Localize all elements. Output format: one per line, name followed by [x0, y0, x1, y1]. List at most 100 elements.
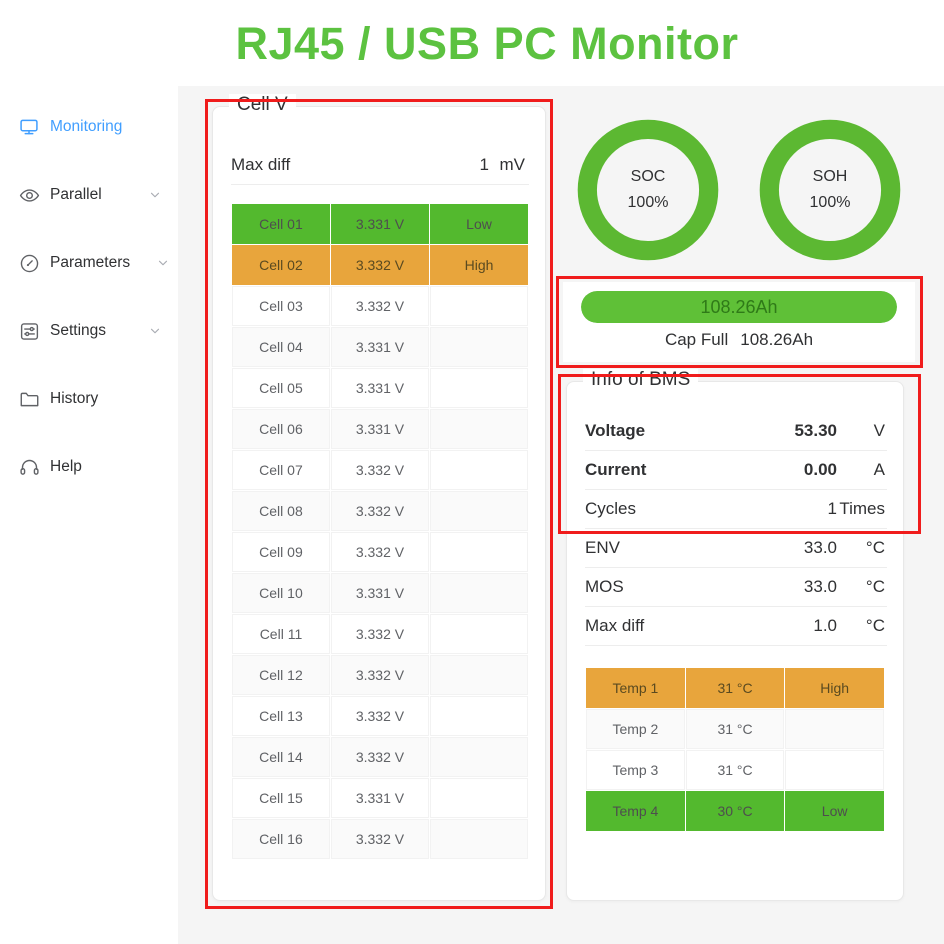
monitor-icon [18, 116, 40, 138]
chevron-down-icon[interactable] [148, 324, 162, 338]
capacity-progress-text: 108.26Ah [700, 297, 777, 318]
cell-max-diff-label: Max diff [231, 155, 290, 175]
sidebar-item-parallel[interactable]: Parallel [0, 180, 178, 210]
soc-gauge-label: SOC [631, 168, 666, 186]
cell-row[interactable]: Cell 033.332 V [232, 286, 528, 326]
temp-value: 31 °C [686, 750, 784, 790]
bms-info-value: 53.30 [767, 421, 837, 441]
temp-row[interactable]: Temp 131 °CHigh [586, 668, 884, 708]
capacity-progress-bar: 108.26Ah [581, 291, 897, 323]
cell-name: Cell 04 [232, 327, 330, 367]
cell-value: 3.332 V [331, 450, 429, 490]
bms-info-panel: Info of BMS Voltage53.30VCurrent0.00ACyc… [566, 381, 904, 901]
cell-status [430, 696, 528, 736]
cell-name: Cell 02 [232, 245, 330, 285]
cell-name: Cell 15 [232, 778, 330, 818]
cell-status [430, 655, 528, 695]
bms-info-value: 1 [767, 499, 837, 519]
bms-info-key: ENV [585, 538, 620, 558]
cell-status [430, 737, 528, 777]
main-content: Cell V Max diff 1 mV Cell 013.331 VLowCe… [178, 86, 944, 944]
sidebar-item-help[interactable]: Help [0, 452, 178, 482]
cell-value: 3.331 V [331, 327, 429, 367]
cell-status [430, 491, 528, 531]
capacity-progress-fill: 108.26Ah [581, 291, 897, 323]
temp-name: Temp 3 [586, 750, 685, 790]
chevron-down-icon[interactable] [148, 188, 162, 202]
temperature-table: Temp 131 °CHighTemp 231 °CTemp 331 °CTem… [585, 667, 885, 832]
cell-value: 3.332 V [331, 245, 429, 285]
app-root: RJ45 / USB PC Monitor Monitoring Paralle… [0, 0, 944, 944]
temp-value: 30 °C [686, 791, 784, 831]
gauge-icon [18, 252, 40, 274]
cell-name: Cell 03 [232, 286, 330, 326]
temp-status: High [785, 668, 884, 708]
cell-row[interactable]: Cell 163.332 V [232, 819, 528, 859]
cell-row[interactable]: Cell 143.332 V [232, 737, 528, 777]
cell-row[interactable]: Cell 113.332 V [232, 614, 528, 654]
capacity-full-label: Cap Full [665, 330, 728, 350]
bms-info-row: ENV33.0°C [585, 529, 887, 568]
folder-icon [18, 388, 40, 410]
capacity-full-value: 108.26Ah [740, 330, 813, 350]
cell-row[interactable]: Cell 053.331 V [232, 368, 528, 408]
cell-name: Cell 06 [232, 409, 330, 449]
sidebar-item-monitoring[interactable]: Monitoring [0, 112, 178, 142]
cell-value: 3.332 V [331, 614, 429, 654]
cell-value: 3.332 V [331, 737, 429, 777]
bms-info-key: Max diff [585, 616, 644, 636]
cell-voltage-panel: Cell V Max diff 1 mV Cell 013.331 VLowCe… [212, 106, 546, 901]
sliders-icon [18, 320, 40, 342]
cell-max-diff-value: 1 [433, 155, 489, 175]
bms-info-unit: Times [837, 499, 887, 519]
bms-info-unit: °C [837, 577, 887, 597]
temp-name: Temp 4 [586, 791, 685, 831]
chevron-down-icon[interactable] [156, 256, 170, 270]
cell-row[interactable]: Cell 073.332 V [232, 450, 528, 490]
cell-row[interactable]: Cell 103.331 V [232, 573, 528, 613]
sidebar-item-label: Settings [50, 322, 106, 340]
soc-gauge-percent: 100% [628, 194, 669, 212]
temp-row[interactable]: Temp 331 °C [586, 750, 884, 790]
cell-row[interactable]: Cell 123.332 V [232, 655, 528, 695]
bms-info-row: Max diff1.0°C [585, 607, 887, 646]
cell-voltage-table: Cell 013.331 VLowCell 023.332 VHighCell … [231, 203, 529, 860]
cell-name: Cell 13 [232, 696, 330, 736]
cell-status [430, 286, 528, 326]
headset-icon [18, 456, 40, 478]
cell-row[interactable]: Cell 133.332 V [232, 696, 528, 736]
eye-icon [18, 184, 40, 206]
cell-row[interactable]: Cell 153.331 V [232, 778, 528, 818]
cell-status [430, 368, 528, 408]
sidebar-item-label: Parallel [50, 186, 102, 204]
cell-row[interactable]: Cell 013.331 VLow [232, 204, 528, 244]
bms-info-value: 33.0 [767, 538, 837, 558]
gauge-area: SOC 100% SOH 100% [566, 106, 910, 266]
cell-status [430, 819, 528, 859]
temp-status [785, 709, 884, 749]
cell-voltage-panel-title: Cell V [229, 94, 296, 116]
cell-status [430, 327, 528, 367]
soh-gauge: SOH 100% [756, 116, 904, 264]
sidebar-item-settings[interactable]: Settings [0, 316, 178, 346]
bms-info-key: Current [585, 460, 646, 480]
bms-info-value: 1.0 [767, 616, 837, 636]
cell-status [430, 450, 528, 490]
cell-row[interactable]: Cell 083.332 V [232, 491, 528, 531]
cell-value: 3.332 V [331, 819, 429, 859]
sidebar-item-parameters[interactable]: Parameters [0, 248, 178, 278]
cell-row[interactable]: Cell 043.331 V [232, 327, 528, 367]
cell-row[interactable]: Cell 093.332 V [232, 532, 528, 572]
cell-name: Cell 08 [232, 491, 330, 531]
sidebar-item-label: Help [50, 458, 82, 476]
cell-status: Low [430, 204, 528, 244]
sidebar-item-history[interactable]: History [0, 384, 178, 414]
sidebar-item-label: History [50, 390, 98, 408]
temp-row[interactable]: Temp 430 °CLow [586, 791, 884, 831]
cell-row[interactable]: Cell 063.331 V [232, 409, 528, 449]
bms-info-key: Cycles [585, 499, 636, 519]
cell-row[interactable]: Cell 023.332 VHigh [232, 245, 528, 285]
cell-status [430, 409, 528, 449]
temp-row[interactable]: Temp 231 °C [586, 709, 884, 749]
cell-name: Cell 16 [232, 819, 330, 859]
